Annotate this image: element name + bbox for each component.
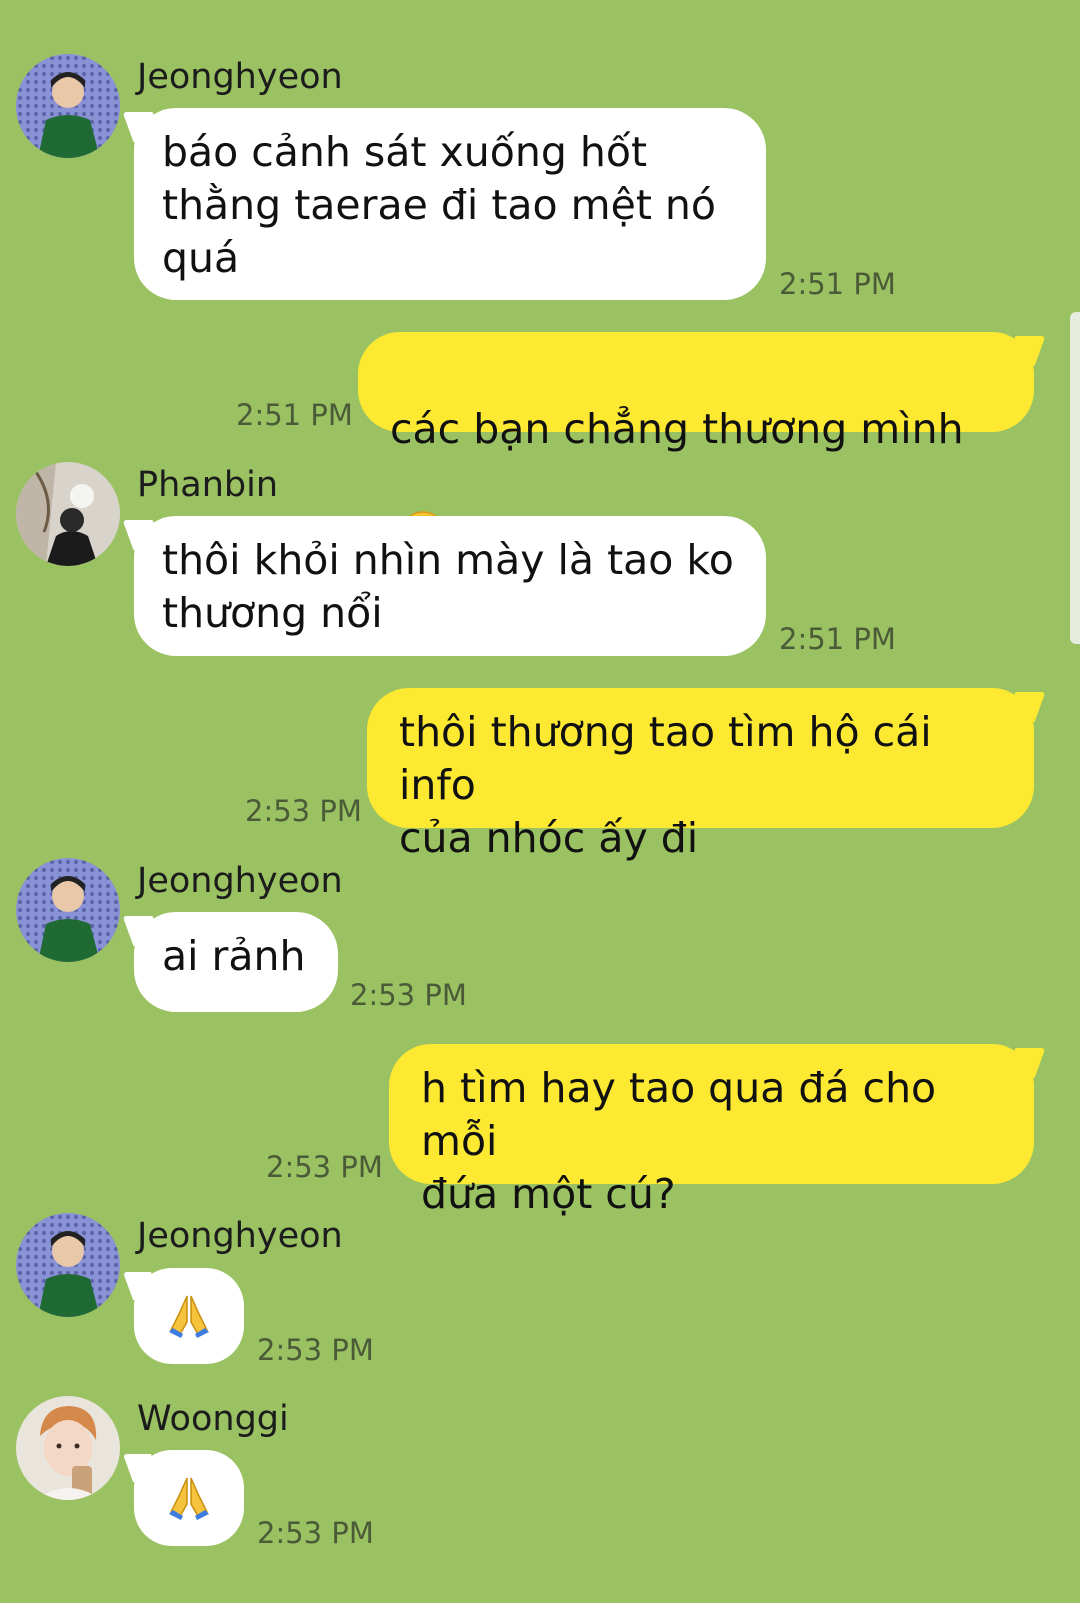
avatar-jeonghyeon-image: [16, 1213, 120, 1317]
avatar-jeonghyeon[interactable]: [16, 54, 120, 158]
avatar-jeonghyeon[interactable]: [16, 1213, 120, 1317]
sender-name: Jeonghyeon: [137, 1216, 343, 1256]
avatar-jeonghyeon-image: [16, 858, 120, 962]
avatar-jeonghyeon-image: [16, 54, 120, 158]
sender-name: Woonggi: [137, 1399, 289, 1439]
message-bubble-outgoing[interactable]: thôi thương tao tìm hộ cái info của nhóc…: [367, 688, 1034, 862]
message-bubble-incoming[interactable]: [134, 1450, 244, 1546]
sender-name: Jeonghyeon: [137, 861, 343, 901]
message-bubble-incoming[interactable]: ai rảnh: [134, 912, 338, 1012]
message-bubble-outgoing[interactable]: các bạn chẳng thương mình: [358, 332, 1034, 557]
message-time: 2:53 PM: [245, 794, 362, 828]
avatar-phanbin[interactable]: [16, 462, 120, 566]
avatar-jeonghyeon[interactable]: [16, 858, 120, 962]
sender-name: Phanbin: [137, 465, 279, 505]
message-bubble-incoming[interactable]: thôi khỏi nhìn mày là tao ko thương nổi: [134, 516, 766, 656]
folded-hands-icon: [169, 1295, 209, 1338]
avatar-woonggi[interactable]: [16, 1396, 120, 1500]
avatar-phanbin-image: [16, 462, 120, 566]
scrollbar[interactable]: [1070, 312, 1080, 644]
message-time: 2:51 PM: [236, 398, 353, 432]
sender-name: Jeonghyeon: [137, 57, 343, 97]
folded-hands-icon: [169, 1477, 209, 1520]
message-time: 2:51 PM: [779, 267, 896, 301]
avatar-woonggi-image: [16, 1396, 120, 1500]
message-text: các bạn chẳng thương mình: [390, 405, 964, 453]
message-bubble-incoming[interactable]: báo cảnh sát xuống hốt thằng taerae đi t…: [134, 108, 766, 300]
message-time: 2:53 PM: [257, 1516, 374, 1550]
message-time: 2:53 PM: [257, 1333, 374, 1367]
chat-screen: Jeonghyeon báo cảnh sát xuống hốt thằng …: [0, 0, 1080, 1603]
message-bubble-outgoing[interactable]: h tìm hay tao qua đá cho mỗi đứa một cú?: [389, 1044, 1034, 1218]
message-bubble-incoming[interactable]: [134, 1268, 244, 1364]
message-time: 2:53 PM: [266, 1150, 383, 1184]
message-time: 2:51 PM: [779, 622, 896, 656]
message-time: 2:53 PM: [350, 978, 467, 1012]
